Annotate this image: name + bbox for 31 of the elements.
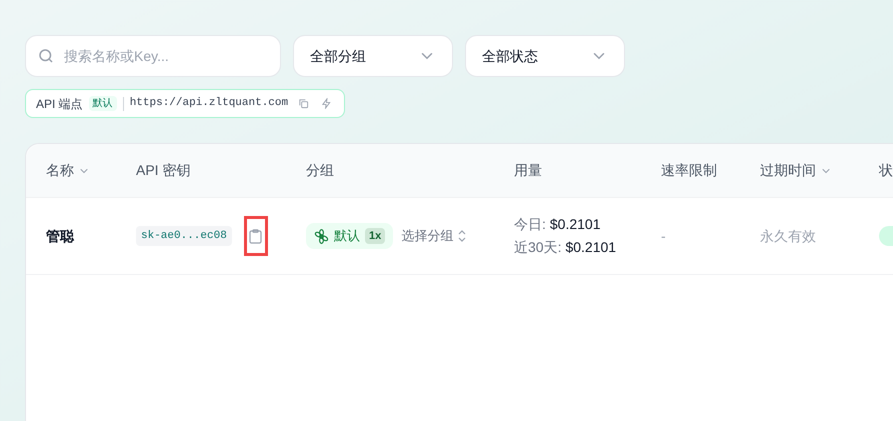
- clipboard-icon: [249, 228, 262, 244]
- filter-dropdown[interactable]: 全部分组: [293, 35, 453, 77]
- api-key: sk-ae0...ec08: [136, 226, 232, 246]
- lightning-icon[interactable]: [321, 98, 332, 109]
- ratio-badge: 1x: [365, 228, 386, 244]
- search-field[interactable]: 搜索名称或Key...: [25, 35, 281, 77]
- sort-arrows-icon: [457, 230, 468, 242]
- column-header[interactable]: 过期时间: [760, 160, 816, 181]
- copy-button[interactable]: [244, 216, 268, 256]
- filter-dropdown[interactable]: 全部状态: [465, 35, 625, 77]
- key-name: 管聪: [46, 228, 74, 244]
- usage-value: $0.2101: [550, 215, 600, 234]
- column-header: 用量: [514, 161, 542, 180]
- endpoint-label: API 端点: [36, 96, 83, 112]
- usage-label: 近30天:: [514, 238, 562, 257]
- search-icon: [37, 47, 55, 65]
- flower-logo-icon: [314, 228, 329, 244]
- endpoint-url: https://api.zltquant.com: [130, 96, 288, 112]
- group-name: 默认: [334, 227, 360, 246]
- rate-limit: -: [661, 228, 666, 244]
- group-select[interactable]: 选择分组: [401, 226, 468, 246]
- expiry-text: 永久有效: [760, 228, 816, 244]
- copy-icon[interactable]: [298, 98, 310, 109]
- column-header: 速率限制: [661, 161, 717, 180]
- column-header: 状: [879, 161, 893, 180]
- column-header: 分组: [306, 161, 334, 180]
- usage-value: $0.2101: [565, 238, 616, 257]
- column-header[interactable]: 名称: [46, 160, 74, 181]
- default-badge: 默认: [88, 96, 117, 111]
- usage-label: 今日:: [514, 215, 546, 234]
- column-header: API 密钥: [136, 161, 190, 180]
